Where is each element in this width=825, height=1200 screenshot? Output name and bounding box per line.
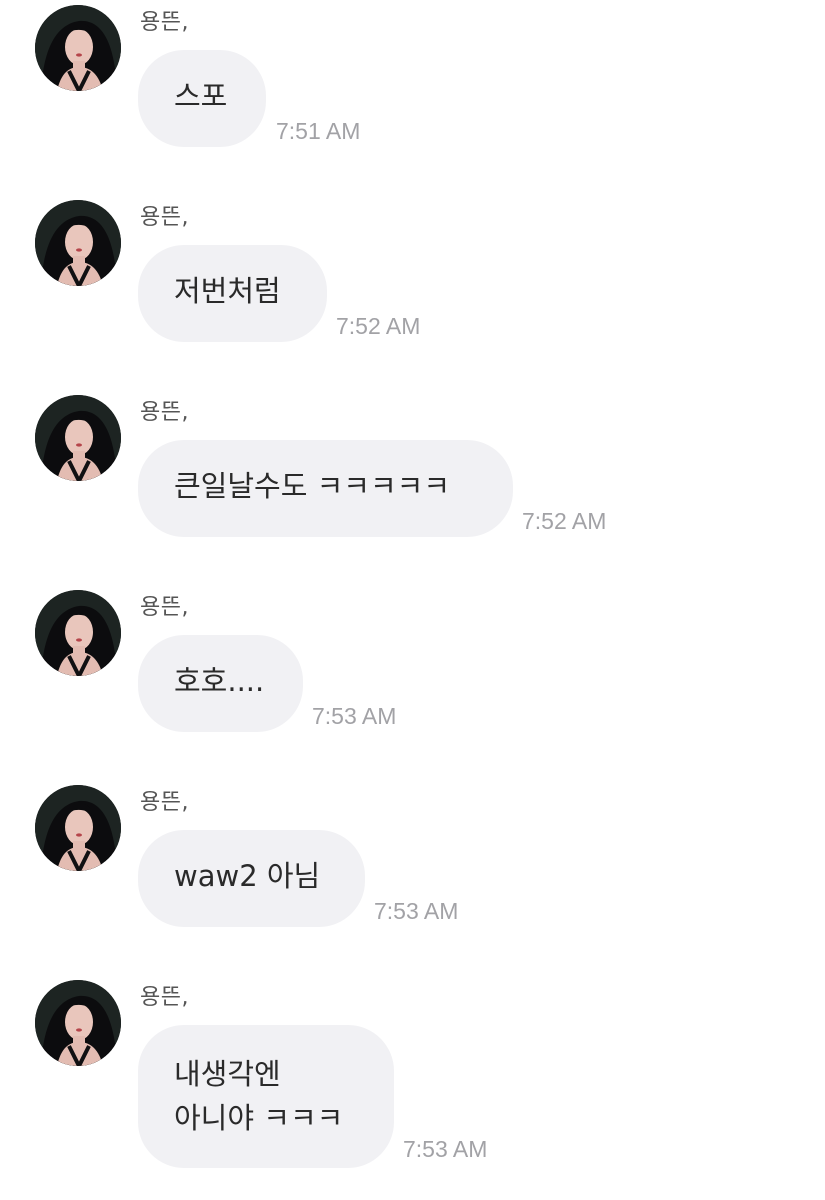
message-row: 용뜬, waw2 아님 7:53 AM [0,780,825,975]
message-row: 용뜬, 내생각엔 아니야 ㅋㅋㅋ 7:53 AM [0,975,825,1200]
message-bubble[interactable]: 호호.... [138,635,303,732]
message-timestamp: 7:52 AM [336,313,421,339]
sender-name: 용뜬, [140,595,189,620]
avatar[interactable] [35,590,121,676]
avatar[interactable] [35,785,121,871]
avatar[interactable] [35,200,121,286]
message-timestamp: 7:53 AM [312,703,397,729]
avatar[interactable] [35,395,121,481]
message-timestamp: 7:52 AM [522,508,607,534]
message-row: 용뜬, 호호.... 7:53 AM [0,585,825,780]
sender-name: 용뜬, [140,400,189,425]
sender-name: 용뜬, [140,10,189,35]
sender-name: 용뜬, [140,985,189,1010]
message-timestamp: 7:53 AM [403,1136,488,1162]
message-row: 용뜬, 스포 7:51 AM [0,0,825,195]
message-bubble[interactable]: 저번처럼 [138,245,327,342]
message-bubble[interactable]: waw2 아님 [138,830,365,927]
avatar[interactable] [35,980,121,1066]
message-bubble[interactable]: 큰일날수도 ㅋㅋㅋㅋㅋ [138,440,513,537]
message-timestamp: 7:53 AM [374,898,459,924]
message-row: 용뜬, 큰일날수도 ㅋㅋㅋㅋㅋ 7:52 AM [0,390,825,585]
avatar[interactable] [35,5,121,91]
sender-name: 용뜬, [140,790,189,815]
message-row: 용뜬, 저번처럼 7:52 AM [0,195,825,390]
message-timestamp: 7:51 AM [276,118,361,144]
message-bubble[interactable]: 내생각엔 아니야 ㅋㅋㅋ [138,1025,394,1168]
message-bubble[interactable]: 스포 [138,50,266,147]
sender-name: 용뜬, [140,205,189,230]
